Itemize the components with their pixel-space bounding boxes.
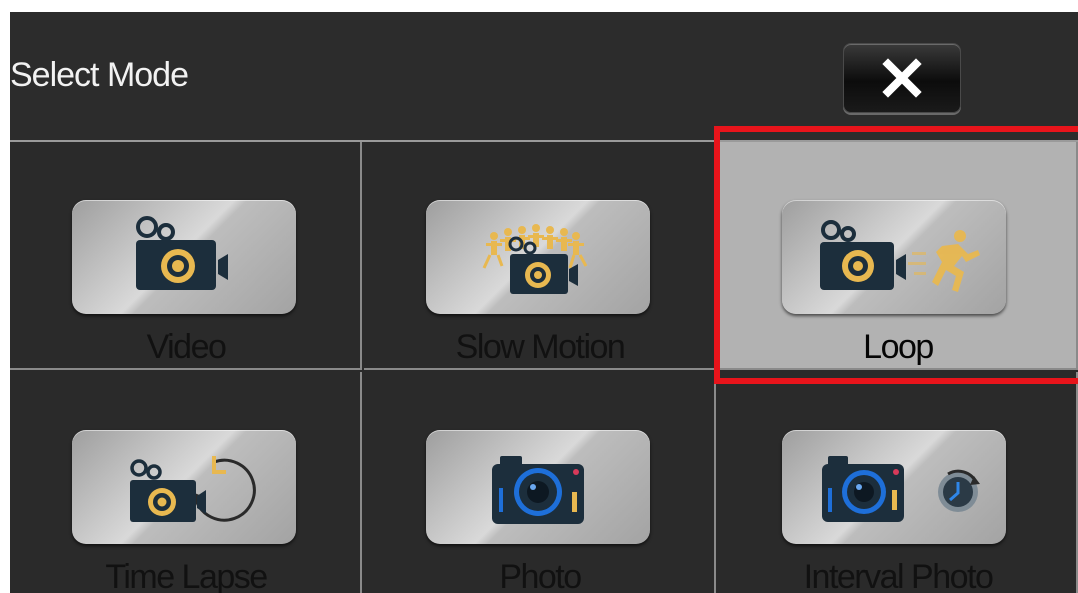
mode-tile-video[interactable]: Video	[10, 142, 362, 370]
time-lapse-button[interactable]	[72, 430, 296, 544]
mode-label: Photo	[499, 558, 582, 593]
interval-photo-icon	[822, 456, 980, 522]
page-title: Select Mode	[10, 56, 189, 94]
time-lapse-icon	[130, 456, 256, 522]
mode-label: Slow Motion	[455, 328, 626, 366]
loop-recording-icon	[820, 220, 980, 292]
photo-camera-icon	[492, 456, 584, 524]
mode-grid: Video Slow Motion Loop Time Lapse Photo …	[10, 142, 1078, 593]
header-bar: Select Mode	[10, 12, 1078, 142]
video-button[interactable]	[72, 200, 296, 314]
mode-label: Video	[146, 328, 227, 366]
mode-tile-interval-photo[interactable]: Interval Photo	[718, 372, 1078, 593]
close-icon	[882, 58, 922, 98]
mode-tile-loop[interactable]: Loop	[718, 142, 1078, 370]
mode-label: Time Lapse	[105, 558, 268, 593]
photo-button[interactable]	[426, 430, 650, 544]
mode-tile-time-lapse[interactable]: Time Lapse	[10, 372, 362, 593]
slow-motion-button[interactable]	[426, 200, 650, 314]
interval-photo-button[interactable]	[782, 430, 1006, 544]
mode-select-screen: Select Mode Video Slow Motion Loop Time …	[10, 12, 1078, 593]
mode-label: Loop	[863, 328, 934, 366]
close-button[interactable]	[843, 43, 961, 113]
loop-button[interactable]	[782, 200, 1006, 314]
slow-motion-icon	[482, 224, 588, 294]
mode-tile-photo[interactable]: Photo	[364, 372, 716, 593]
video-camera-icon	[136, 216, 228, 290]
mode-label: Interval Photo	[803, 558, 994, 593]
mode-tile-slow-motion[interactable]: Slow Motion	[364, 142, 716, 370]
